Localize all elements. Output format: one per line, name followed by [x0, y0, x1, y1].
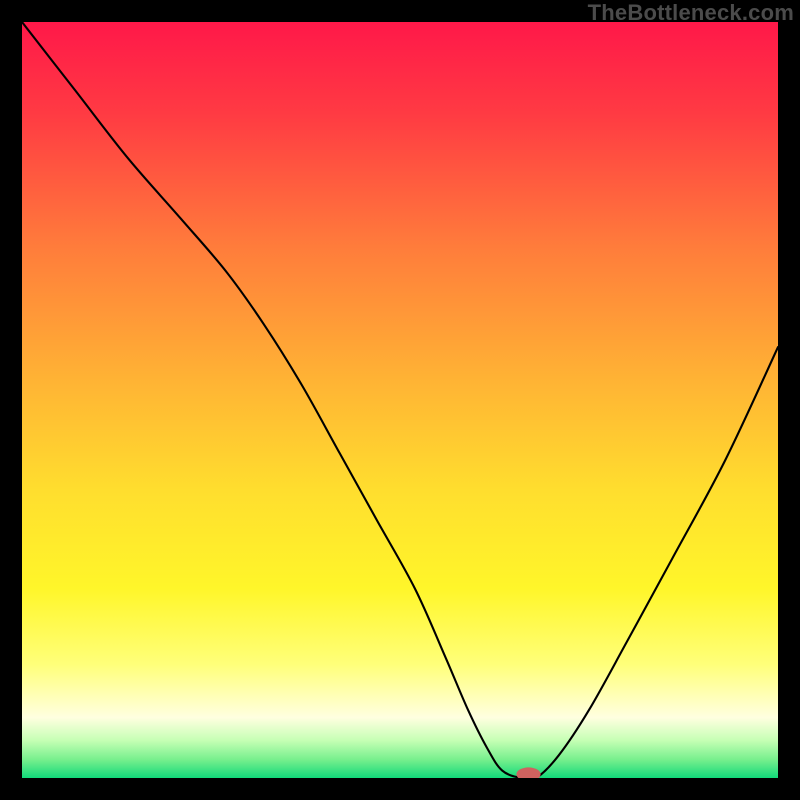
plot-area	[22, 22, 778, 778]
watermark-text: TheBottleneck.com	[588, 0, 794, 26]
chart-frame: TheBottleneck.com	[0, 0, 800, 800]
gradient-background	[22, 22, 778, 778]
chart-svg	[22, 22, 778, 778]
